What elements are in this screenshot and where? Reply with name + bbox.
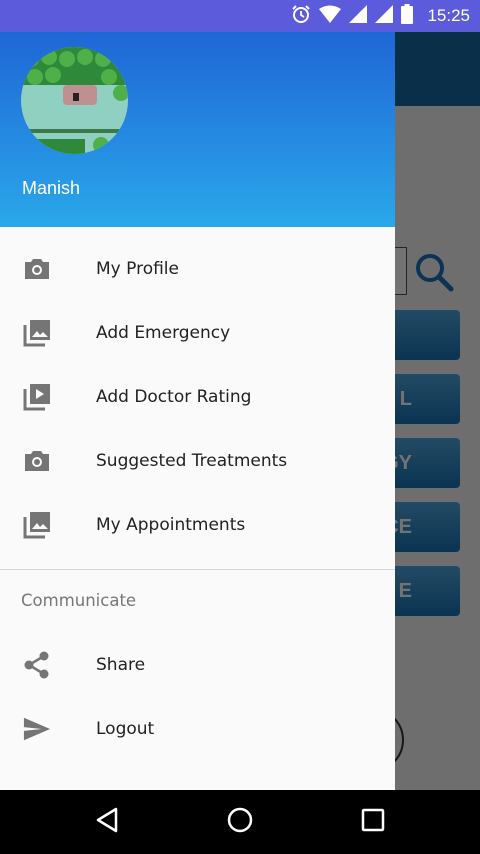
nav-item-logout[interactable]: Logout (0, 697, 395, 761)
recents-button[interactable] (357, 806, 389, 838)
back-icon (95, 807, 119, 837)
user-name: Manish (22, 178, 81, 198)
nav-item-add-doctor-rating[interactable]: Add Doctor Rating (0, 365, 395, 429)
wifi-icon (319, 5, 342, 27)
alarm-icon (291, 4, 311, 28)
system-navigation-bar (0, 790, 480, 854)
nav-item-my-profile[interactable]: My Profile (0, 237, 395, 301)
avatar[interactable] (21, 47, 128, 154)
gallery-icon (23, 320, 51, 347)
gallery-icon (23, 512, 51, 539)
nav-item-label: Add Emergency (96, 323, 231, 343)
navigation-drawer: Manish My Profile Add Emergency Add Doct… (0, 32, 395, 790)
recents-icon (361, 808, 385, 836)
nav-item-label: My Appointments (96, 515, 246, 535)
send-icon (23, 717, 51, 741)
nav-item-add-emergency[interactable]: Add Emergency (0, 301, 395, 365)
nav-item-label: My Profile (96, 259, 179, 279)
nav-item-label: Suggested Treatments (96, 451, 288, 471)
camera-icon (23, 449, 51, 473)
video-library-icon (23, 384, 51, 411)
nav-item-my-appointments[interactable]: My Appointments (0, 493, 395, 557)
battery-icon (401, 4, 414, 28)
signal-icon (375, 5, 394, 27)
nav-item-label: Logout (96, 719, 155, 739)
section-title-communicate: Communicate (21, 591, 137, 610)
nav-item-label: Share (96, 655, 146, 675)
home-icon (226, 806, 254, 838)
back-button[interactable] (91, 806, 123, 838)
status-time: 15:25 (427, 6, 470, 25)
status-bar: 15:25 (0, 0, 480, 32)
drawer-divider (0, 569, 395, 570)
signal-icon (349, 5, 368, 27)
nav-item-share[interactable]: Share (0, 633, 395, 697)
home-button[interactable] (224, 806, 256, 838)
camera-icon (23, 257, 51, 281)
share-icon (23, 651, 51, 679)
drawer-header: Manish (0, 32, 395, 227)
nav-item-suggested-treatments[interactable]: Suggested Treatments (0, 429, 395, 493)
nav-item-label: Add Doctor Rating (96, 387, 252, 407)
